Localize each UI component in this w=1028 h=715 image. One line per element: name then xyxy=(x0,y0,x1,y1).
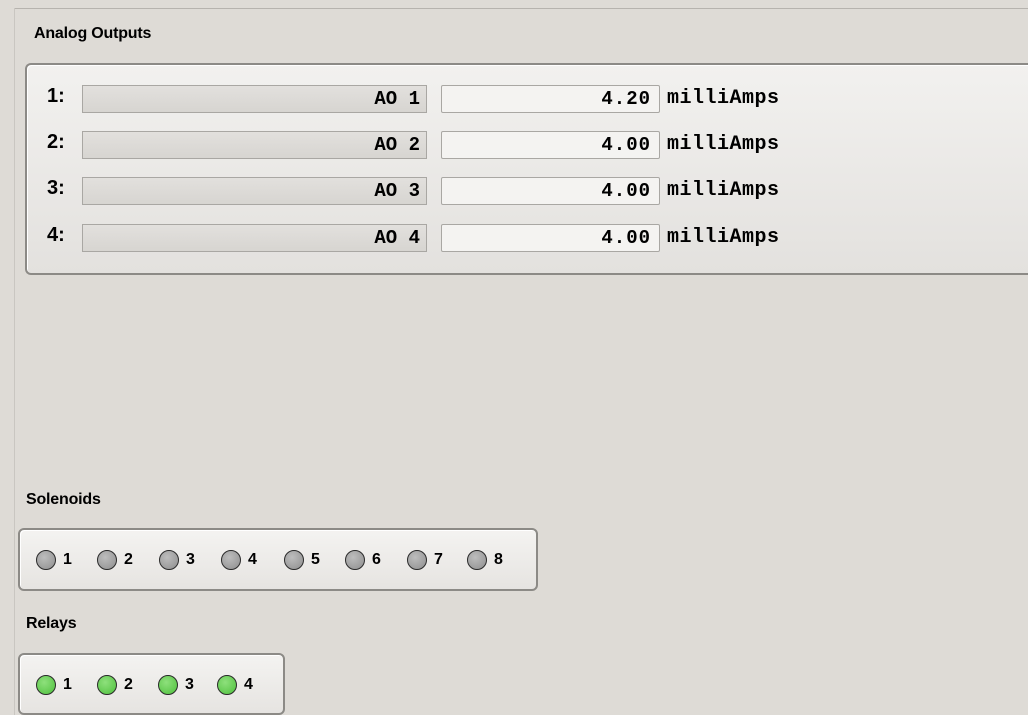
solenoid-label: 2 xyxy=(124,551,133,568)
led-indicator-icon xyxy=(158,675,178,695)
relays-panel: 1 2 3 4 xyxy=(18,653,285,715)
ao-unit-label: milliAmps xyxy=(667,133,780,156)
left-rule xyxy=(14,8,15,715)
relay-label: 4 xyxy=(244,676,253,693)
ao-value-field[interactable]: 4.00 xyxy=(441,131,660,159)
ao-row-4: 4: AO 4 4.00 milliAmps xyxy=(27,222,1028,254)
led-indicator-icon xyxy=(97,675,117,695)
analog-outputs-panel: 1: AO 1 4.20 milliAmps 2: AO 2 4.00 mill… xyxy=(25,63,1028,275)
ao-name-field: AO 2 xyxy=(82,131,427,159)
solenoid-label: 1 xyxy=(63,551,72,568)
led-indicator-icon xyxy=(217,675,237,695)
ao-name-field: AO 1 xyxy=(82,85,427,113)
ao-unit-label: milliAmps xyxy=(667,179,780,202)
ao-row-1: 1: AO 1 4.20 milliAmps xyxy=(27,83,1028,115)
ao-index: 2: xyxy=(47,131,65,153)
relay-label: 1 xyxy=(63,676,72,693)
ao-index: 3: xyxy=(47,177,65,199)
ao-index: 4: xyxy=(47,224,65,246)
ao-unit-label: milliAmps xyxy=(667,226,780,249)
analog-outputs-title: Analog Outputs xyxy=(34,25,152,42)
ao-unit-label: milliAmps xyxy=(667,87,780,110)
led-indicator-icon xyxy=(36,550,56,570)
led-indicator-icon xyxy=(159,550,179,570)
top-border xyxy=(0,0,1028,9)
solenoids-panel: 1 2 3 4 5 6 7 8 xyxy=(18,528,538,591)
solenoid-label: 6 xyxy=(372,551,381,568)
led-indicator-icon xyxy=(97,550,117,570)
ao-value-field[interactable]: 4.20 xyxy=(441,85,660,113)
solenoid-label: 7 xyxy=(434,551,443,568)
solenoid-label: 5 xyxy=(311,551,320,568)
relay-label: 3 xyxy=(185,676,194,693)
ao-name-field: AO 4 xyxy=(82,224,427,252)
led-indicator-icon xyxy=(407,550,427,570)
led-indicator-icon xyxy=(284,550,304,570)
relay-label: 2 xyxy=(124,676,133,693)
ao-value-field[interactable]: 4.00 xyxy=(441,224,660,252)
relays-title: Relays xyxy=(26,615,77,632)
ao-value-field[interactable]: 4.00 xyxy=(441,177,660,205)
ao-index: 1: xyxy=(47,85,65,107)
ao-row-3: 3: AO 3 4.00 milliAmps xyxy=(27,175,1028,207)
led-indicator-icon xyxy=(345,550,365,570)
ao-name-field: AO 3 xyxy=(82,177,427,205)
led-indicator-icon xyxy=(36,675,56,695)
solenoid-label: 8 xyxy=(494,551,503,568)
solenoids-title: Solenoids xyxy=(26,491,101,508)
solenoid-label: 3 xyxy=(186,551,195,568)
solenoid-label: 4 xyxy=(248,551,257,568)
led-indicator-icon xyxy=(221,550,241,570)
led-indicator-icon xyxy=(467,550,487,570)
ao-row-2: 2: AO 2 4.00 milliAmps xyxy=(27,129,1028,161)
